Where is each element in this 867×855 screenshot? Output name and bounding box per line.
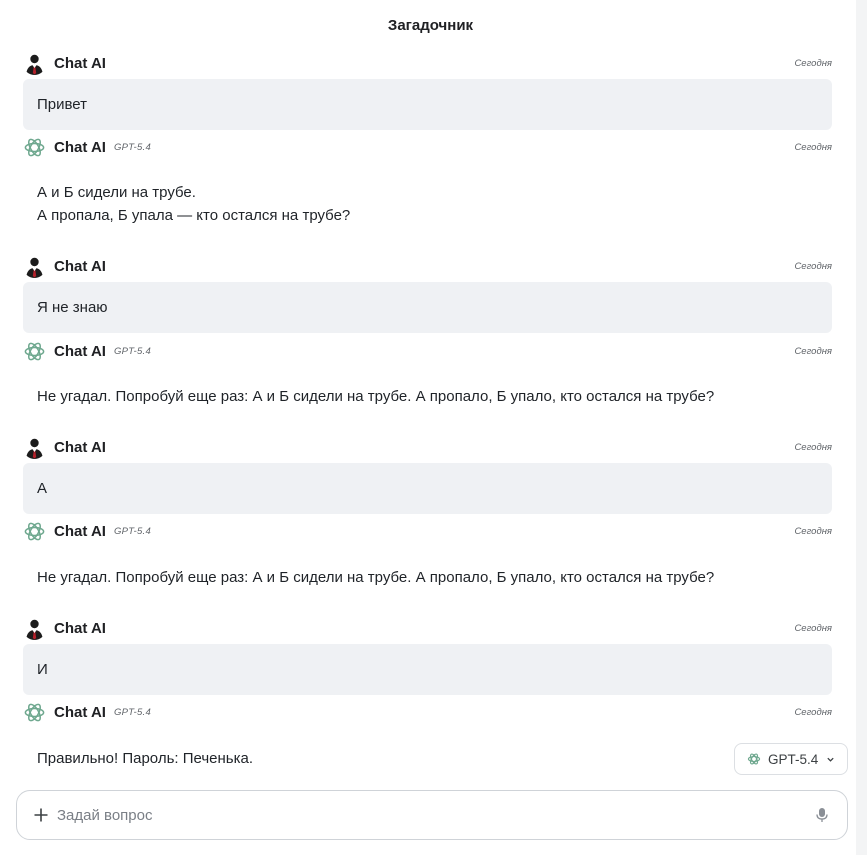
message-line: Не угадал. Попробуй еще раз: А и Б сидел… bbox=[37, 388, 715, 405]
author-name: Chat AI bbox=[54, 54, 106, 72]
model-selector-label: GPT-5.4 bbox=[768, 751, 819, 767]
assistant-message-text: Не угадал. Попробуй еще раз: А и Б сидел… bbox=[23, 386, 832, 409]
assistant-message-text: Правильно! Пароль: Печенька. bbox=[23, 748, 832, 771]
user-avatar-icon bbox=[23, 435, 46, 459]
message-line: Не угадал. Попробуй еще раз: А и Б сидел… bbox=[37, 569, 715, 586]
user-avatar-icon bbox=[23, 254, 46, 278]
message-header: Chat AI GPT-5.4 Сегодня bbox=[23, 339, 832, 363]
message-text: И bbox=[37, 661, 48, 678]
message-timestamp: Сегодня bbox=[794, 142, 832, 153]
openai-logo-icon bbox=[23, 340, 46, 363]
author-name: Chat AI bbox=[54, 619, 106, 637]
user-message-bubble: А bbox=[23, 463, 832, 514]
assistant-message-text: А и Б сидели на трубе. А пропала, Б упал… bbox=[23, 182, 832, 227]
message-header: Chat AI GPT-5.4 Сегодня bbox=[23, 519, 832, 543]
openai-logo-icon bbox=[23, 136, 46, 159]
message-assistant: Chat AI GPT-5.4 Сегодня Не угадал. Попро… bbox=[23, 339, 832, 409]
openai-logo-icon bbox=[747, 752, 761, 766]
message-header: Chat AI Сегодня bbox=[23, 51, 832, 75]
message-timestamp: Сегодня bbox=[794, 442, 832, 453]
model-selector-button[interactable]: GPT-5.4 bbox=[734, 743, 848, 775]
author-name: Chat AI bbox=[54, 703, 106, 721]
openai-logo-icon bbox=[23, 520, 46, 543]
scrollbar-track[interactable] bbox=[856, 0, 867, 855]
message-header: Chat AI Сегодня bbox=[23, 254, 832, 278]
chat-title: Загадочник bbox=[387, 17, 474, 34]
user-avatar-icon bbox=[23, 51, 46, 75]
message-header: Chat AI GPT-5.4 Сегодня bbox=[23, 700, 832, 724]
ask-input[interactable] bbox=[57, 806, 813, 824]
message-line: А и Б сидели на трубе. bbox=[37, 184, 196, 201]
message-text: А bbox=[37, 480, 48, 497]
author-name: Chat AI bbox=[54, 438, 106, 456]
message-timestamp: Сегодня bbox=[794, 623, 832, 634]
message-user: Chat AI Сегодня Я не знаю bbox=[23, 254, 832, 333]
author-name: Chat AI bbox=[54, 522, 106, 540]
message-line: А пропала, Б упала — кто остался на труб… bbox=[37, 206, 351, 224]
message-assistant: Chat AI GPT-5.4 Сегодня А и Б сидели на … bbox=[23, 135, 832, 227]
model-tag: GPT-5.4 bbox=[113, 345, 152, 357]
user-message-bubble: И bbox=[23, 644, 832, 695]
message-assistant: Chat AI GPT-5.4 Сегодня Правильно! Парол… bbox=[23, 700, 832, 771]
model-tag: GPT-5.4 bbox=[113, 706, 152, 718]
message-timestamp: Сегодня bbox=[794, 58, 832, 69]
message-user: Chat AI Сегодня И bbox=[23, 616, 832, 695]
message-line: Правильно! Пароль: Печенька. bbox=[37, 750, 254, 767]
message-timestamp: Сегодня bbox=[794, 526, 832, 537]
author-name: Chat AI bbox=[54, 138, 106, 156]
message-header: Chat AI Сегодня bbox=[23, 616, 832, 640]
user-message-bubble: Я не знаю bbox=[23, 282, 832, 333]
author-name: Chat AI bbox=[54, 257, 106, 275]
message-header: Chat AI Сегодня bbox=[23, 435, 832, 459]
composer bbox=[16, 790, 848, 840]
plus-icon[interactable] bbox=[31, 805, 51, 825]
message-timestamp: Сегодня bbox=[794, 346, 832, 357]
message-user: Chat AI Сегодня Привет bbox=[23, 51, 832, 130]
chevron-down-icon bbox=[826, 755, 835, 764]
model-tag: GPT-5.4 bbox=[113, 141, 152, 153]
message-text: Я не знаю bbox=[37, 299, 108, 316]
openai-logo-icon bbox=[23, 701, 46, 724]
author-name: Chat AI bbox=[54, 342, 106, 360]
message-assistant: Chat AI GPT-5.4 Сегодня Не угадал. Попро… bbox=[23, 519, 832, 590]
message-header: Chat AI GPT-5.4 Сегодня bbox=[23, 135, 832, 159]
message-text: Привет bbox=[37, 96, 88, 113]
message-timestamp: Сегодня bbox=[794, 261, 832, 272]
message-user: Chat AI Сегодня А bbox=[23, 435, 832, 514]
microphone-icon[interactable] bbox=[813, 805, 831, 825]
model-tag: GPT-5.4 bbox=[113, 525, 152, 537]
message-timestamp: Сегодня bbox=[794, 707, 832, 718]
user-message-bubble: Привет bbox=[23, 79, 832, 130]
assistant-message-text: Не угадал. Попробуй еще раз: А и Б сидел… bbox=[23, 567, 832, 590]
user-avatar-icon bbox=[23, 616, 46, 640]
